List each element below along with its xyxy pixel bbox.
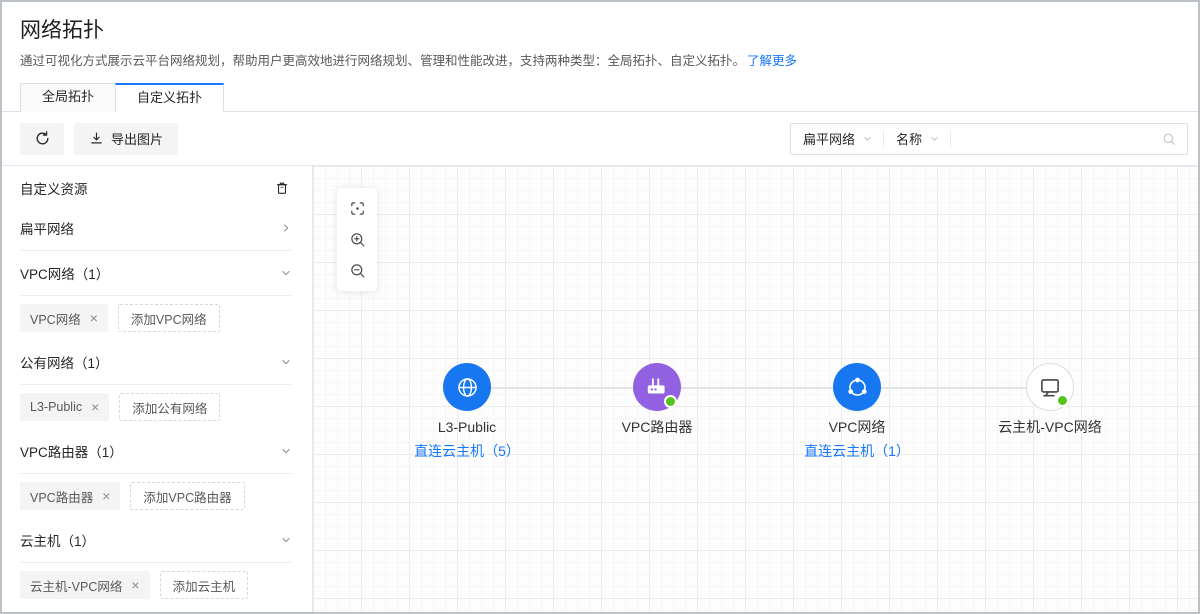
- network-share-icon: [845, 375, 870, 400]
- page-description-text: 通过可视化方式展示云平台网络规划，帮助用户更高效地进行网络规划、管理和性能改进，…: [20, 54, 745, 68]
- section-label: VPC路由器（1）: [20, 441, 123, 461]
- add-vpc-router-button[interactable]: 添加VPC路由器: [130, 482, 244, 510]
- download-icon: [89, 131, 104, 146]
- close-icon[interactable]: ×: [131, 578, 139, 592]
- canvas-controls: [337, 188, 377, 291]
- content-area: 自定义资源 扁平网络 VPC网络（1）: [2, 166, 1198, 612]
- filter-field-value: 名称: [896, 129, 922, 148]
- search-input[interactable]: [951, 124, 1151, 154]
- filter-type-dropdown[interactable]: 扁平网络: [791, 124, 883, 154]
- section-label: 公有网络（1）: [20, 352, 109, 372]
- sidebar-section-public-network[interactable]: 公有网络（1）: [20, 340, 292, 385]
- section-label: 扁平网络: [20, 218, 74, 238]
- tab-global-topology[interactable]: 全局拓扑: [20, 83, 116, 112]
- zoom-in-icon: [349, 231, 366, 248]
- node-label: VPC路由器: [582, 418, 732, 436]
- status-dot-running: [1056, 394, 1069, 407]
- search-icon: [1161, 131, 1177, 147]
- sidebar-section-vpc-network[interactable]: VPC网络（1）: [20, 251, 292, 296]
- fit-view-button[interactable]: [337, 193, 377, 224]
- globe-icon: [455, 375, 480, 400]
- tabs-bar: 全局拓扑 自定义拓扑: [2, 83, 1198, 112]
- sidebar-title-row: 自定义资源: [20, 166, 292, 206]
- custom-resources-panel: 自定义资源 扁平网络 VPC网络（1）: [2, 166, 313, 612]
- zoom-out-icon: [349, 262, 366, 279]
- zoom-out-button[interactable]: [337, 255, 377, 286]
- filter-search-box: 扁平网络 名称: [790, 123, 1188, 155]
- node-l3-public: L3-Public 直连云主机（5）: [392, 363, 542, 460]
- toolbar: 导出图片 扁平网络 名称: [2, 112, 1198, 166]
- tag-label: L3-Public: [30, 400, 82, 414]
- section-label: 云主机（1）: [20, 530, 95, 550]
- close-icon[interactable]: ×: [90, 311, 98, 325]
- tag-label: 云主机-VPC网络: [30, 576, 122, 595]
- add-vpc-network-button[interactable]: 添加VPC网络: [118, 304, 220, 332]
- close-icon[interactable]: ×: [91, 400, 99, 414]
- node-label: VPC网络: [782, 418, 932, 436]
- vpc-router-node-circle[interactable]: [633, 363, 681, 411]
- node-attached-vms-link[interactable]: 直连云主机（1）: [782, 442, 932, 460]
- vpc-router-tag-row: VPC路由器 × 添加VPC路由器: [20, 474, 292, 518]
- resource-tag-vpc-router: VPC路由器 ×: [20, 482, 120, 510]
- status-dot-running: [664, 395, 677, 408]
- close-icon[interactable]: ×: [102, 489, 110, 503]
- search-button[interactable]: [1151, 131, 1187, 147]
- topology-canvas[interactable]: L3-Public 直连云主机（5） VPC路由器: [313, 166, 1198, 612]
- node-attached-vms-link[interactable]: 直连云主机（5）: [392, 442, 542, 460]
- resource-tag-l3-public: L3-Public ×: [20, 393, 109, 421]
- public-network-node-circle[interactable]: [443, 363, 491, 411]
- node-vpc-router: VPC路由器: [582, 363, 732, 436]
- section-label: VPC网络（1）: [20, 263, 109, 283]
- vpc-network-tag-row: VPC网络 × 添加VPC网络: [20, 296, 292, 340]
- toolbar-left: 导出图片: [20, 123, 178, 155]
- sidebar-section-flat-network[interactable]: 扁平网络: [20, 206, 292, 251]
- trash-icon: [274, 180, 290, 196]
- page-title: 网络拓扑: [20, 17, 1180, 45]
- add-public-network-button[interactable]: 添加公有网络: [119, 393, 220, 421]
- page-description: 通过可视化方式展示云平台网络规划，帮助用户更高效地进行网络规划、管理和性能改进，…: [20, 52, 1180, 70]
- node-vpc-network: VPC网络 直连云主机（1）: [782, 363, 932, 460]
- chevron-down-icon: [862, 133, 873, 144]
- filter-type-value: 扁平网络: [803, 129, 855, 148]
- node-label: 云主机-VPC网络: [975, 418, 1125, 436]
- vpc-network-node-circle[interactable]: [833, 363, 881, 411]
- zoom-in-button[interactable]: [337, 224, 377, 255]
- filter-field-dropdown[interactable]: 名称: [884, 124, 950, 154]
- refresh-icon: [34, 130, 51, 147]
- vm-tag-row: 云主机-VPC网络 × 添加云主机: [20, 563, 292, 607]
- chevron-down-icon: [929, 133, 940, 144]
- resource-tag-vpc-network: VPC网络 ×: [20, 304, 108, 332]
- clear-all-button[interactable]: [272, 178, 292, 198]
- node-vm: 云主机-VPC网络: [975, 363, 1125, 436]
- sidebar-section-vm[interactable]: 云主机（1）: [20, 518, 292, 563]
- chevron-down-icon: [280, 267, 292, 279]
- tag-label: VPC路由器: [30, 487, 93, 506]
- refresh-button[interactable]: [20, 123, 64, 155]
- page-header: 网络拓扑 通过可视化方式展示云平台网络规划，帮助用户更高效地进行网络规划、管理和…: [2, 2, 1198, 70]
- learn-more-link[interactable]: 了解更多: [747, 54, 797, 68]
- network-topology-page: 网络拓扑 通过可视化方式展示云平台网络规划，帮助用户更高效地进行网络规划、管理和…: [0, 0, 1200, 614]
- resource-tag-vm-vpc-network: 云主机-VPC网络 ×: [20, 571, 150, 599]
- export-image-label: 导出图片: [111, 129, 163, 148]
- fit-view-icon: [349, 200, 366, 217]
- tab-custom-topology[interactable]: 自定义拓扑: [115, 83, 224, 112]
- sidebar-title: 自定义资源: [20, 178, 88, 198]
- chevron-right-icon: [280, 222, 292, 234]
- chevron-down-icon: [280, 534, 292, 546]
- add-vm-button[interactable]: 添加云主机: [160, 571, 249, 599]
- export-image-button[interactable]: 导出图片: [74, 123, 178, 155]
- chevron-down-icon: [280, 356, 292, 368]
- chevron-down-icon: [280, 445, 292, 457]
- tag-label: VPC网络: [30, 309, 81, 328]
- public-network-tag-row: L3-Public × 添加公有网络: [20, 385, 292, 429]
- sidebar-section-vpc-router[interactable]: VPC路由器（1）: [20, 429, 292, 474]
- vm-node-circle[interactable]: [1026, 363, 1074, 411]
- topology-edge: [467, 387, 1050, 389]
- node-label: L3-Public: [392, 418, 542, 436]
